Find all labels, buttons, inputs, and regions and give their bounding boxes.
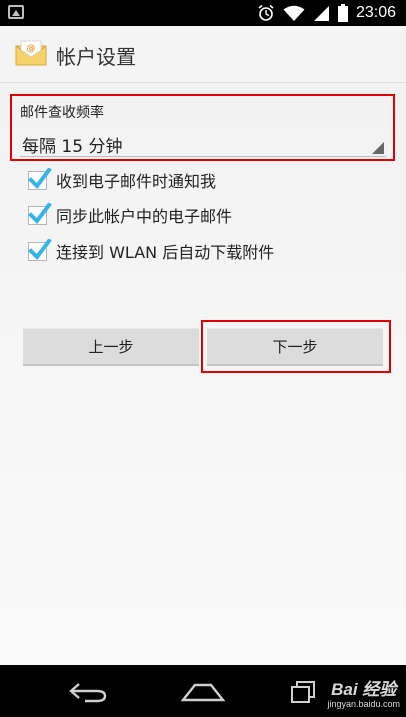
- option-label: 连接到 WLAN 后自动下载附件: [56, 243, 275, 262]
- home-icon[interactable]: [181, 682, 225, 702]
- baidu-jingyan-watermark: Bai 经验 jingyan.baidu.com: [327, 675, 400, 709]
- wifi-icon: [283, 5, 305, 21]
- notify-checkbox[interactable]: [28, 167, 52, 190]
- signal-icon: [313, 5, 329, 21]
- dropdown-arrow-icon: [372, 142, 384, 154]
- wlan-download-checkbox[interactable]: [28, 238, 52, 261]
- checkmark-icon: [28, 238, 52, 260]
- page-title: 帐户设置: [56, 45, 136, 69]
- alarm-icon: [258, 4, 274, 21]
- svg-text:@: @: [27, 44, 36, 54]
- back-icon[interactable]: [67, 681, 109, 703]
- next-button[interactable]: 下一步: [207, 328, 383, 366]
- option-label: 收到电子邮件时通知我: [56, 172, 217, 191]
- watermark-main: Bai 经验: [331, 680, 397, 699]
- option-wlan-download[interactable]: 连接到 WLAN 后自动下载附件: [28, 238, 275, 263]
- previous-button[interactable]: 上一步: [23, 328, 199, 366]
- action-bar: @ 帐户设置: [0, 26, 406, 83]
- settings-content: 邮件查收频率 每隔 15 分钟 收到电子邮件时通知我 同步此帐户中的电子邮件 连…: [0, 83, 406, 665]
- watermark-url: jingyan.baidu.com: [327, 699, 400, 709]
- battery-icon: [337, 4, 348, 22]
- email-app-icon: @: [15, 40, 47, 66]
- sync-checkbox[interactable]: [28, 202, 52, 225]
- recents-icon[interactable]: [290, 680, 316, 704]
- check-frequency-value: 每隔 15 分钟: [22, 137, 123, 157]
- option-sync[interactable]: 同步此帐户中的电子邮件: [28, 202, 233, 227]
- navigation-bar: Bai 经验 jingyan.baidu.com: [0, 665, 406, 717]
- status-icons: 23:06: [257, 0, 396, 26]
- option-notify[interactable]: 收到电子邮件时通知我: [28, 167, 217, 192]
- status-bar: 23:06: [0, 0, 406, 26]
- checkmark-icon: [28, 202, 52, 224]
- option-label: 同步此帐户中的电子邮件: [56, 207, 233, 226]
- check-frequency-label: 邮件查收频率: [20, 105, 104, 121]
- status-time: 23:06: [355, 4, 396, 21]
- checkmark-icon: [28, 167, 52, 189]
- check-frequency-highlight: 邮件查收频率 每隔 15 分钟: [10, 94, 395, 161]
- image-icon: [8, 5, 24, 19]
- check-frequency-dropdown[interactable]: 每隔 15 分钟: [20, 126, 386, 157]
